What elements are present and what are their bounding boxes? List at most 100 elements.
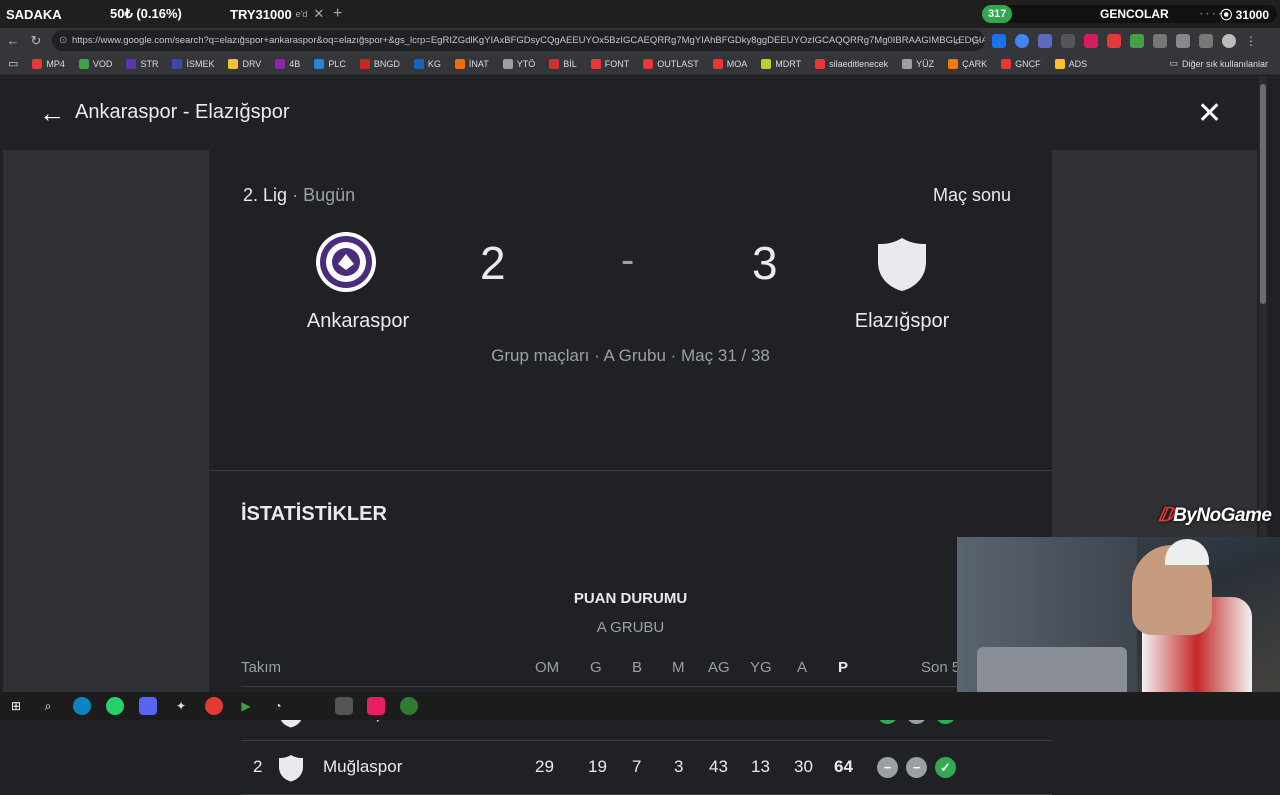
bookmark-label: KG xyxy=(427,58,441,69)
apps-icon[interactable]: ▭ xyxy=(8,57,18,70)
media-player-icon[interactable]: ▶ xyxy=(237,697,255,715)
bookmark-label: STR xyxy=(140,58,159,69)
bookmark-item[interactable]: İNAT xyxy=(454,58,489,69)
bookmark-item[interactable]: İSMEK xyxy=(172,58,215,69)
bookmark-label: VOD xyxy=(92,58,113,69)
extension-icon[interactable] xyxy=(1107,33,1121,48)
bookmark-item[interactable]: ÇARK xyxy=(948,58,988,69)
bookmark-item[interactable]: FONT xyxy=(590,58,630,69)
extension-icon[interactable] xyxy=(1130,33,1144,48)
team-name[interactable]: Muğlaspor xyxy=(323,757,402,777)
col-b: B xyxy=(632,659,643,676)
bookmark-item[interactable]: YÜZ xyxy=(902,58,935,69)
taskbar: ⊞ ⌕ ✦ ▶ ◔ xyxy=(0,692,1280,720)
media-icon[interactable] xyxy=(1176,33,1190,48)
table-row[interactable]: 2 Muğlaspor 29 19 7 3 43 13 30 64− − ✓ xyxy=(241,741,1052,795)
address-bar[interactable]: ⊙ https://www.google.com/search?q=elazığ… xyxy=(52,30,985,51)
league-name[interactable]: 2. Lig xyxy=(243,185,287,205)
bookmark-item[interactable]: YTÖ xyxy=(502,58,535,69)
extension-icon[interactable] xyxy=(992,33,1006,48)
puzzle-icon[interactable] xyxy=(1153,33,1167,48)
profile-avatar[interactable] xyxy=(1222,33,1236,48)
bookmark-favicon-icon xyxy=(643,58,654,69)
match-round-info: Grup maçları · A Grubu · Maç 31 / 38 xyxy=(491,346,770,365)
close-tab-icon[interactable]: ✕ xyxy=(313,6,324,22)
cell-b: 7 xyxy=(632,757,642,776)
bookmark-item[interactable]: BİL xyxy=(549,58,577,69)
zoom-icon[interactable]: ⌕ xyxy=(950,33,966,49)
bookmark-item[interactable]: 4B xyxy=(275,58,300,69)
bookmark-item[interactable]: MP4 xyxy=(32,58,65,69)
windows-start-icon[interactable]: ⊞ xyxy=(7,697,25,715)
app-icon[interactable] xyxy=(335,697,353,715)
donation-rate: 50₺ (0.16%) xyxy=(110,6,182,21)
draw-icon[interactable]: − xyxy=(906,757,927,778)
app-icon[interactable] xyxy=(400,697,418,715)
bookmarks-bar: ▭ MP4 VOD STR İSMEK DRV 4B PLC BNGD KG İNAT YTÖ BİL… xyxy=(0,53,1280,75)
bookmark-item[interactable]: OUTLAST xyxy=(643,58,699,69)
score-separator: - xyxy=(621,238,635,282)
close-icon[interactable]: ✕ xyxy=(1197,96,1222,131)
col-m: M xyxy=(672,659,685,676)
match-status: Maç sonu xyxy=(932,185,1011,205)
bookmark-favicon-icon xyxy=(359,58,370,69)
home-team-name: Ankaraspor xyxy=(306,310,410,332)
bookmark-label: MP4 xyxy=(46,58,65,69)
reload-icon[interactable]: ↻ xyxy=(28,33,44,49)
folder-icon: ▭ xyxy=(1169,58,1178,68)
site-info-icon[interactable]: ⊙ xyxy=(59,35,67,46)
stats-heading: İSTATİSTİKLER xyxy=(241,503,387,525)
bookmark-item[interactable]: MDRT xyxy=(761,58,802,69)
browser-tab-active[interactable]: TRY31000 e'd ✕ xyxy=(230,6,324,22)
bookmark-label: PLC xyxy=(328,58,346,69)
bookmark-item[interactable]: GNCF xyxy=(1001,58,1041,69)
bookmark-item[interactable]: MOA xyxy=(712,58,747,69)
bookmark-item[interactable]: DRV xyxy=(228,58,261,69)
edge-icon[interactable] xyxy=(73,697,91,715)
goal-name: GENCOLAR xyxy=(1100,7,1169,21)
bookmark-star-icon[interactable]: ☆ xyxy=(968,33,984,49)
left-gutter xyxy=(3,150,209,692)
bookmark-item[interactable]: STR xyxy=(126,58,159,69)
bookmark-favicon-icon xyxy=(815,58,826,69)
other-bookmarks[interactable]: ▭ Diğer sık kullanılanlar xyxy=(1169,58,1268,69)
col-team: Takım xyxy=(241,659,282,676)
draw-icon[interactable]: − xyxy=(877,757,898,778)
standings-header: Takım OM G B M AG YG A P Son 5 xyxy=(241,657,1052,687)
downloads-icon[interactable] xyxy=(1199,33,1213,48)
bookmark-item[interactable]: BNGD xyxy=(359,58,400,69)
extension-icon[interactable] xyxy=(1038,33,1052,48)
back-icon[interactable]: ← xyxy=(5,33,21,48)
bookmark-label: YÜZ xyxy=(916,58,935,69)
bookmark-item[interactable]: PLC xyxy=(314,58,346,69)
menu-icon[interactable]: ⋮ xyxy=(1245,34,1257,48)
whatsapp-icon[interactable] xyxy=(106,697,124,715)
search-icon[interactable]: ⌕ xyxy=(39,697,57,715)
download-icon[interactable] xyxy=(1061,33,1075,48)
scrollbar-thumb[interactable] xyxy=(1260,84,1266,304)
standings-group: A GRUBU xyxy=(596,619,665,636)
bookmark-favicon-icon xyxy=(549,58,560,69)
discord-icon[interactable] xyxy=(139,697,157,715)
extension-icon[interactable] xyxy=(1084,33,1098,48)
bookmark-item[interactable]: VOD xyxy=(78,58,113,69)
app-icon[interactable]: ✦ xyxy=(172,697,190,715)
extension-icon[interactable] xyxy=(1015,33,1029,48)
bookmark-label: FONT xyxy=(604,58,630,69)
bookmark-favicon-icon xyxy=(590,58,601,69)
bookmark-label: İSMEK xyxy=(186,58,215,69)
bookmark-item[interactable]: silaeditlenecek xyxy=(815,58,888,69)
col-form: Son 5 xyxy=(921,659,961,676)
cell-m: 3 xyxy=(674,757,684,776)
bookmark-item[interactable]: ADS xyxy=(1054,58,1087,69)
bookmark-label: ÇARK xyxy=(962,58,988,69)
bookmark-label: GNCF xyxy=(1015,58,1041,69)
new-tab-icon[interactable]: + xyxy=(333,5,342,23)
app-icon[interactable]: ◔ xyxy=(269,697,287,715)
tiktok-icon[interactable] xyxy=(367,697,385,715)
bookmark-item[interactable]: KG xyxy=(413,58,441,69)
bookmark-label: MDRT xyxy=(775,58,802,69)
app-icon[interactable] xyxy=(205,697,223,715)
win-icon[interactable]: ✓ xyxy=(935,757,956,778)
back-arrow-icon[interactable]: ← xyxy=(39,98,65,129)
